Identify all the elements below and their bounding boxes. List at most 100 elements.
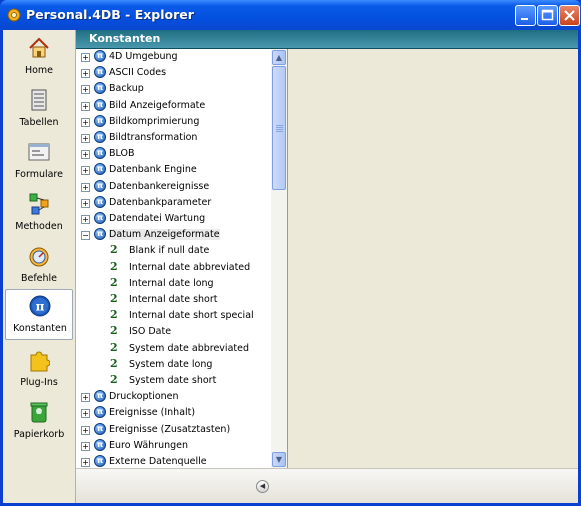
sidebar-item-formulare[interactable]: Formulare [5, 136, 73, 187]
tree-constant-row[interactable]: 2 System date abbreviated [76, 341, 272, 357]
tree-constant-row[interactable]: 2 System date short [76, 373, 272, 389]
tree-group-row[interactable]: + π Bildtransformation [76, 130, 272, 146]
title-bar[interactable]: Personal.4DB - Explorer [0, 0, 581, 30]
tree-group-row[interactable]: + π Ereignisse (Inhalt) [76, 405, 272, 421]
tree-constant-row[interactable]: 2 Internal date long [76, 276, 272, 292]
tree-constant-row[interactable]: 2 Internal date short [76, 292, 272, 308]
sidebar-item-plug-ins[interactable]: Plug-Ins [5, 344, 73, 395]
panel-header: Konstanten [76, 30, 578, 49]
tree-row-label: System date short [129, 375, 217, 386]
constant-group-icon: π [94, 66, 106, 79]
expand-icon[interactable]: + [81, 101, 90, 111]
tree-row-label: Internal date short special [129, 310, 254, 322]
expand-icon[interactable]: + [81, 215, 90, 224]
constant-item-icon: 2 [110, 356, 118, 370]
sidebar-item-papierkorb[interactable]: Papierkorb [5, 396, 73, 447]
expand-icon[interactable]: + [81, 458, 90, 467]
tree-group-row[interactable]: + π BLOB [76, 146, 272, 162]
collapse-icon[interactable]: − [81, 231, 90, 241]
scroll-down-arrow[interactable]: ▼ [272, 452, 286, 467]
constant-group-icon: π [94, 406, 106, 419]
tree-group-row[interactable]: + π 4D Umgebung [76, 49, 272, 65]
scroll-grip [276, 129, 283, 130]
bottom-bar: ◀ [76, 468, 578, 503]
tree-group-row[interactable]: + π ASCII Codes [76, 65, 272, 81]
sidebar-item-label: Konstanten [13, 323, 67, 334]
expand-icon[interactable]: + [81, 393, 90, 403]
tree-row-label: Datenbankparameter [109, 196, 212, 208]
constant-item-icon: 2 [110, 259, 118, 273]
tables-icon [31, 89, 47, 111]
svg-text:π: π [36, 300, 45, 314]
sidebar-item-home[interactable]: Home [5, 32, 73, 83]
minimize-button[interactable] [515, 5, 536, 26]
constant-item-icon: 2 [110, 373, 118, 386]
expand-icon[interactable]: + [81, 69, 90, 79]
collapse-panel-button[interactable]: ◀ [256, 480, 269, 493]
expand-icon[interactable]: + [81, 150, 90, 160]
tree-group-row[interactable]: + π Datenbankereignisse [76, 179, 272, 195]
expand-icon[interactable]: + [81, 441, 90, 451]
tree-group-row[interactable]: + π Datenbank Engine [76, 162, 272, 178]
close-button[interactable] [559, 5, 580, 26]
constant-group-icon: π [94, 195, 106, 208]
tree-constant-row[interactable]: 2 ISO Date [76, 324, 272, 340]
sidebar-item-methoden[interactable]: Methoden [5, 188, 73, 239]
sidebar-item-label: Plug-Ins [20, 377, 58, 388]
trash-icon [30, 402, 48, 423]
constants-icon: π [29, 295, 51, 317]
expand-icon[interactable]: + [81, 409, 90, 419]
tree-group-row[interactable]: − π Datum Anzeigeformate [76, 227, 272, 243]
scroll-thumb[interactable] [272, 66, 286, 190]
sidebar-item-konstanten[interactable]: π Konstanten [5, 289, 73, 340]
constant-item-icon: 2 [110, 292, 118, 305]
commands-icon [29, 247, 49, 267]
constant-group-icon: π [94, 147, 106, 160]
tree-constant-row[interactable]: 2 Blank if null date [76, 243, 272, 259]
constant-item-icon: 2 [110, 275, 118, 289]
tree-row-label: Datenbankereignisse [109, 180, 210, 192]
scroll-up-arrow[interactable]: ▲ [272, 50, 286, 65]
sidebar-item-befehle[interactable]: Befehle [5, 240, 73, 291]
tree-group-row[interactable]: + π Datendatei Wartung [76, 211, 272, 227]
tree-group-row[interactable]: + π Druckoptionen [76, 389, 272, 405]
scroll-grip [276, 125, 283, 126]
constant-group-icon: π [94, 422, 106, 435]
constant-item-icon: 2 [110, 324, 118, 338]
scroll-grip [276, 127, 283, 128]
sidebar-item-label: Methoden [15, 221, 63, 232]
tree-group-row[interactable]: + π Ereignisse (Zusatztasten) [76, 422, 272, 438]
tree-group-row[interactable]: + π Bildkomprimierung [76, 114, 272, 130]
panel-title: Konstanten [89, 32, 161, 45]
forms-icon [28, 143, 50, 161]
constants-tree[interactable]: + π 4D Umgebung + π ASCII Codes + π Backup + π Bild… [76, 49, 288, 468]
tree-group-row[interactable]: + π Datenbankparameter [76, 195, 272, 211]
expand-icon[interactable]: + [81, 117, 90, 127]
maximize-button[interactable] [537, 5, 558, 26]
expand-icon[interactable]: + [81, 53, 90, 62]
expand-icon[interactable]: + [81, 182, 90, 192]
tree-row-label: Externe Datenquelle [109, 456, 207, 467]
sidebar-item-label: Tabellen [19, 117, 59, 128]
tree-row-label: Ereignisse (Inhalt) [109, 407, 196, 419]
sidebar-item-tabellen[interactable]: Tabellen [5, 84, 73, 135]
methods-icon [29, 193, 49, 215]
tree-row-label: Blank if null date [129, 245, 210, 257]
constant-group-icon: π [94, 163, 106, 176]
plugins-icon [30, 351, 50, 372]
tree-constant-row[interactable]: 2 System date long [76, 357, 272, 373]
vertical-scrollbar[interactable]: ▲ ▼ [271, 49, 287, 468]
tree-constant-row[interactable]: 2 Internal date short special [76, 308, 272, 324]
tree-group-row[interactable]: + π Externe Datenquelle [76, 454, 272, 468]
expand-icon[interactable]: + [81, 166, 90, 176]
tree-row-label: Bildtransformation [109, 132, 198, 143]
tree-group-row[interactable]: + π Backup [76, 81, 272, 97]
tree-group-row[interactable]: + π Bild Anzeigeformate [76, 98, 272, 114]
expand-icon[interactable]: + [81, 134, 90, 143]
expand-icon[interactable]: + [81, 85, 90, 95]
expand-icon[interactable]: + [81, 198, 90, 208]
tree-group-row[interactable]: + π Euro Währungen [76, 438, 272, 454]
tree-row-label: Backup [109, 83, 144, 95]
expand-icon[interactable]: + [81, 425, 90, 435]
tree-constant-row[interactable]: 2 Internal date abbreviated [76, 260, 272, 276]
